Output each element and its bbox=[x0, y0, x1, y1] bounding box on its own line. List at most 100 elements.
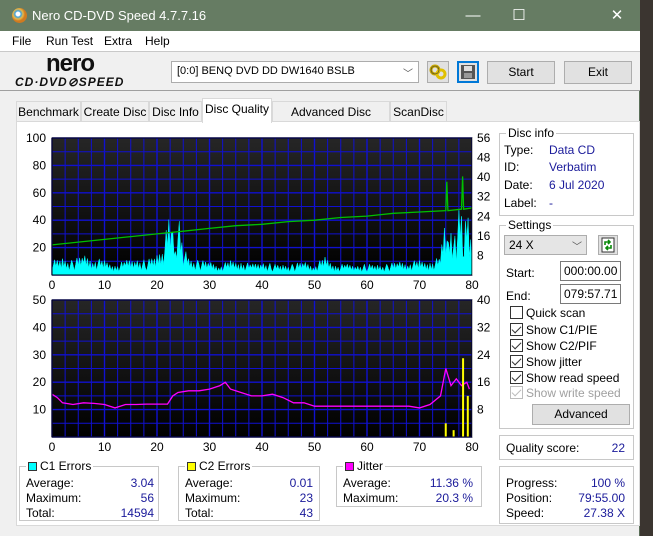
quality-score-group: Quality score: 22 bbox=[499, 435, 634, 460]
check-icon bbox=[510, 355, 523, 368]
y-left-tick-label: 10 bbox=[33, 403, 47, 417]
tab-disc-info[interactable]: Disc Info bbox=[149, 101, 202, 122]
quality-score-label: Quality score: bbox=[506, 441, 580, 455]
x-tick-label: 20 bbox=[150, 440, 164, 454]
settings-title: Settings bbox=[506, 218, 554, 232]
c2-average-value: 0.01 bbox=[289, 476, 313, 490]
id-label: ID: bbox=[504, 160, 520, 174]
maximize-button[interactable]: ☐ bbox=[496, 0, 542, 31]
y-right-tick-label: 8 bbox=[477, 403, 484, 417]
drive-select[interactable]: [0:0] BENQ DVD DD DW1640 BSLB ﹀ bbox=[171, 61, 419, 83]
speed-select[interactable]: 24 X ﹀ bbox=[504, 235, 587, 255]
x-tick-label: 40 bbox=[255, 440, 269, 454]
exit-button[interactable]: Exit bbox=[564, 61, 632, 84]
position-label: Position: bbox=[506, 491, 553, 505]
refresh-arrows-icon bbox=[601, 237, 615, 253]
x-tick-label: 60 bbox=[360, 440, 374, 454]
minimize-button[interactable]: — bbox=[450, 0, 496, 31]
c2-title-text: C2 Errors bbox=[199, 459, 251, 473]
label-label: Label: bbox=[504, 196, 537, 210]
start-button[interactable]: Start bbox=[487, 61, 555, 84]
quick-scan-checkbox[interactable]: Quick scan bbox=[510, 306, 585, 320]
disc-info-title: Disc info bbox=[506, 126, 557, 140]
jitter-legend-swatch bbox=[345, 462, 354, 471]
cd-dvd-speed-logo: CD·DVD⊘SPEED bbox=[15, 75, 125, 89]
jitter-group: Jitter Average: 11.36 % Maximum: 20.3 % bbox=[336, 459, 482, 507]
c2-error-bar bbox=[452, 430, 455, 437]
c2-total-label: Total: bbox=[185, 506, 214, 520]
speed-select-value: 24 X bbox=[509, 238, 534, 252]
x-tick-label: 70 bbox=[413, 440, 427, 454]
jitter-average-label: Average: bbox=[343, 476, 391, 490]
y-left-tick-label: 30 bbox=[33, 348, 47, 362]
tab-scandisc[interactable]: ScanDisc bbox=[390, 101, 447, 122]
show-c2-pif-label: Show C2/PIF bbox=[526, 339, 597, 353]
jitter-maximum-value: 20.3 % bbox=[435, 491, 473, 505]
date-value: 6 Jul 2020 bbox=[549, 178, 605, 192]
close-button[interactable]: ✕ bbox=[594, 0, 640, 31]
x-tick-label: 70 bbox=[413, 278, 427, 292]
y-left-tick-label: 20 bbox=[33, 375, 47, 389]
show-read-speed-checkbox[interactable]: Show read speed bbox=[510, 371, 619, 385]
y-right-tick-label: 48 bbox=[477, 151, 491, 165]
refresh-speed-button[interactable] bbox=[598, 235, 618, 255]
settings-group: Settings 24 X ﹀ Start: 000:00.00 End: 07… bbox=[499, 218, 634, 429]
show-c1-pie-checkbox[interactable]: Show C1/PIE bbox=[510, 323, 597, 337]
c1-legend-swatch bbox=[28, 462, 37, 471]
drive-select-value: [0:0] BENQ DVD DD DW1640 BSLB bbox=[177, 65, 355, 77]
checkbox-box bbox=[510, 306, 523, 319]
jitter-title-text: Jitter bbox=[357, 459, 384, 473]
c2-errors-group: C2 Errors Average: 0.01 Maximum: 23 Tota… bbox=[178, 459, 320, 521]
x-tick-label: 10 bbox=[98, 440, 112, 454]
y-right-tick-label: 24 bbox=[477, 209, 491, 223]
x-tick-label: 10 bbox=[98, 278, 112, 292]
show-write-speed-label: Show write speed bbox=[526, 386, 621, 400]
tab-advanced-disc-quality[interactable]: Advanced Disc Quality bbox=[272, 101, 390, 133]
jitter-maximum-label: Maximum: bbox=[343, 491, 399, 505]
y-left-tick-label: 40 bbox=[33, 320, 47, 334]
y-right-tick-label: 56 bbox=[477, 131, 491, 145]
c1-errors-group: C1 Errors Average: 3.04 Maximum: 56 Tota… bbox=[19, 459, 159, 521]
show-jitter-checkbox[interactable]: Show jitter bbox=[510, 355, 582, 369]
y-left-tick-label: 20 bbox=[33, 241, 47, 255]
check-icon bbox=[510, 371, 523, 384]
y-right-tick-label: 32 bbox=[477, 320, 491, 334]
chain-links-icon bbox=[429, 64, 447, 80]
progress-group: Progress: 100 % Position: 79:55.00 Speed… bbox=[499, 466, 634, 524]
show-c2-pif-checkbox[interactable]: Show C2/PIF bbox=[510, 339, 597, 353]
show-read-speed-label: Show read speed bbox=[526, 371, 620, 385]
type-value: Data CD bbox=[549, 143, 596, 157]
advanced-button[interactable]: Advanced bbox=[532, 404, 630, 425]
tab-benchmark[interactable]: Benchmark bbox=[16, 101, 81, 122]
c2-maximum-value: 23 bbox=[299, 491, 313, 505]
floppy-disk-icon bbox=[461, 65, 475, 79]
c2-average-label: Average: bbox=[185, 476, 233, 490]
menu-bar: File Run Test Extra Help bbox=[0, 31, 640, 51]
c1-maximum-value: 56 bbox=[140, 491, 154, 505]
show-write-speed-checkbox: Show write speed bbox=[510, 386, 621, 400]
save-button[interactable] bbox=[457, 61, 479, 83]
y-right-tick-label: 16 bbox=[477, 229, 491, 243]
jitter-title: Jitter bbox=[343, 459, 386, 473]
x-tick-label: 60 bbox=[360, 278, 374, 292]
c2-maximum-label: Maximum: bbox=[185, 491, 241, 505]
tab-disc-quality[interactable]: Disc Quality bbox=[202, 98, 272, 123]
y-left-tick-label: 100 bbox=[26, 131, 46, 145]
start-time-input[interactable]: 000:00.00 bbox=[560, 261, 621, 281]
x-tick-label: 50 bbox=[308, 440, 322, 454]
tab-create-disc[interactable]: Create Disc bbox=[81, 101, 149, 122]
quality-score-value: 22 bbox=[611, 441, 625, 455]
x-tick-label: 80 bbox=[465, 278, 479, 292]
id-value: Verbatim bbox=[549, 160, 597, 174]
menu-help[interactable]: Help bbox=[145, 34, 170, 48]
c1-total-label: Total: bbox=[26, 506, 55, 520]
disc-info-button[interactable] bbox=[427, 61, 449, 83]
end-time-input[interactable]: 079:57.71 bbox=[560, 284, 621, 304]
type-label: Type: bbox=[504, 143, 534, 157]
menu-extra[interactable]: Extra bbox=[104, 34, 132, 48]
check-icon bbox=[510, 339, 523, 352]
menu-run-test[interactable]: Run Test bbox=[46, 34, 93, 48]
check-icon bbox=[510, 386, 523, 399]
progress-label: Progress: bbox=[506, 476, 558, 490]
menu-file[interactable]: File bbox=[12, 34, 31, 48]
